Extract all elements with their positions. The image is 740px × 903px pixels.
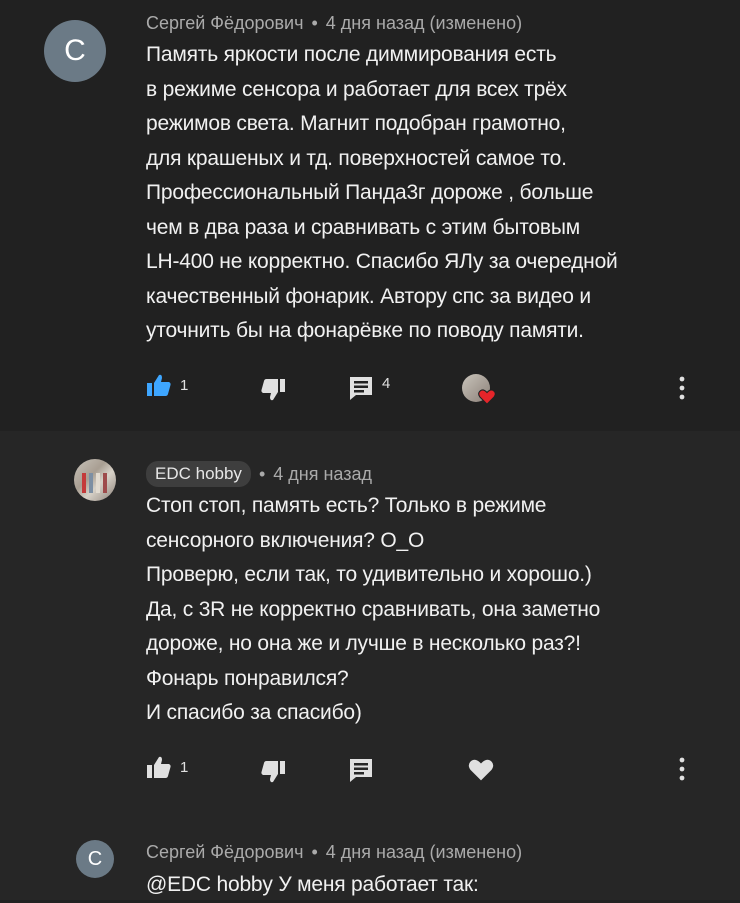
dislike-button[interactable] bbox=[260, 760, 286, 784]
creator-heart bbox=[462, 374, 496, 405]
heart-icon bbox=[468, 759, 494, 781]
timestamp[interactable]: 4 дня назад (изменено) bbox=[326, 842, 522, 863]
timestamp[interactable]: 4 дня назад (изменено) bbox=[326, 13, 522, 34]
comment-meta: Сергей Фёдорович • 4 дня назад (изменено… bbox=[146, 842, 522, 863]
thumb-down-icon bbox=[261, 761, 285, 783]
author-chip[interactable]: EDC hobby bbox=[146, 461, 251, 487]
comment-icon bbox=[350, 377, 372, 400]
author-name[interactable]: Сергей Фёдорович bbox=[146, 842, 303, 863]
more-options-button[interactable] bbox=[678, 376, 686, 405]
thumb-down-icon bbox=[261, 379, 285, 401]
reply-button[interactable]: 4 bbox=[348, 375, 390, 401]
dislike-button[interactable] bbox=[260, 378, 286, 402]
like-button[interactable]: 1 bbox=[146, 373, 188, 397]
thumb-up-icon bbox=[147, 756, 171, 778]
more-vert-icon bbox=[679, 757, 685, 781]
comment-text: Память яркости после диммирования есть в… bbox=[146, 43, 618, 342]
thumb-up-icon bbox=[147, 374, 171, 396]
author-name[interactable]: Сергей Фёдорович bbox=[146, 13, 303, 34]
like-button[interactable]: 1 bbox=[146, 755, 188, 779]
more-vert-icon bbox=[679, 376, 685, 400]
like-count: 1 bbox=[180, 376, 189, 394]
timestamp[interactable]: 4 дня назад bbox=[273, 464, 372, 485]
avatar[interactable] bbox=[74, 459, 116, 501]
more-options-button[interactable] bbox=[678, 757, 686, 786]
avatar[interactable]: С bbox=[76, 840, 114, 878]
comment-meta: EDC hobby • 4 дня назад bbox=[146, 461, 372, 487]
comment-text: Стоп стоп, память есть? Только в режиме … bbox=[146, 494, 601, 724]
separator-dot: • bbox=[311, 842, 318, 862]
heart-button[interactable] bbox=[468, 758, 494, 782]
comment-meta: Сергей Фёдорович • 4 дня назад (изменено… bbox=[146, 13, 522, 34]
heart-icon bbox=[478, 389, 496, 405]
like-count: 1 bbox=[180, 758, 189, 776]
reply-button[interactable] bbox=[348, 757, 374, 783]
comment-text: @EDC hobby У меня работает так: bbox=[146, 873, 479, 896]
reply-count: 4 bbox=[382, 374, 391, 392]
separator-dot: • bbox=[311, 13, 318, 33]
avatar[interactable]: С bbox=[44, 20, 106, 82]
creator-avatar bbox=[462, 374, 496, 405]
separator-dot: • bbox=[258, 463, 266, 484]
comment-icon bbox=[350, 759, 372, 782]
